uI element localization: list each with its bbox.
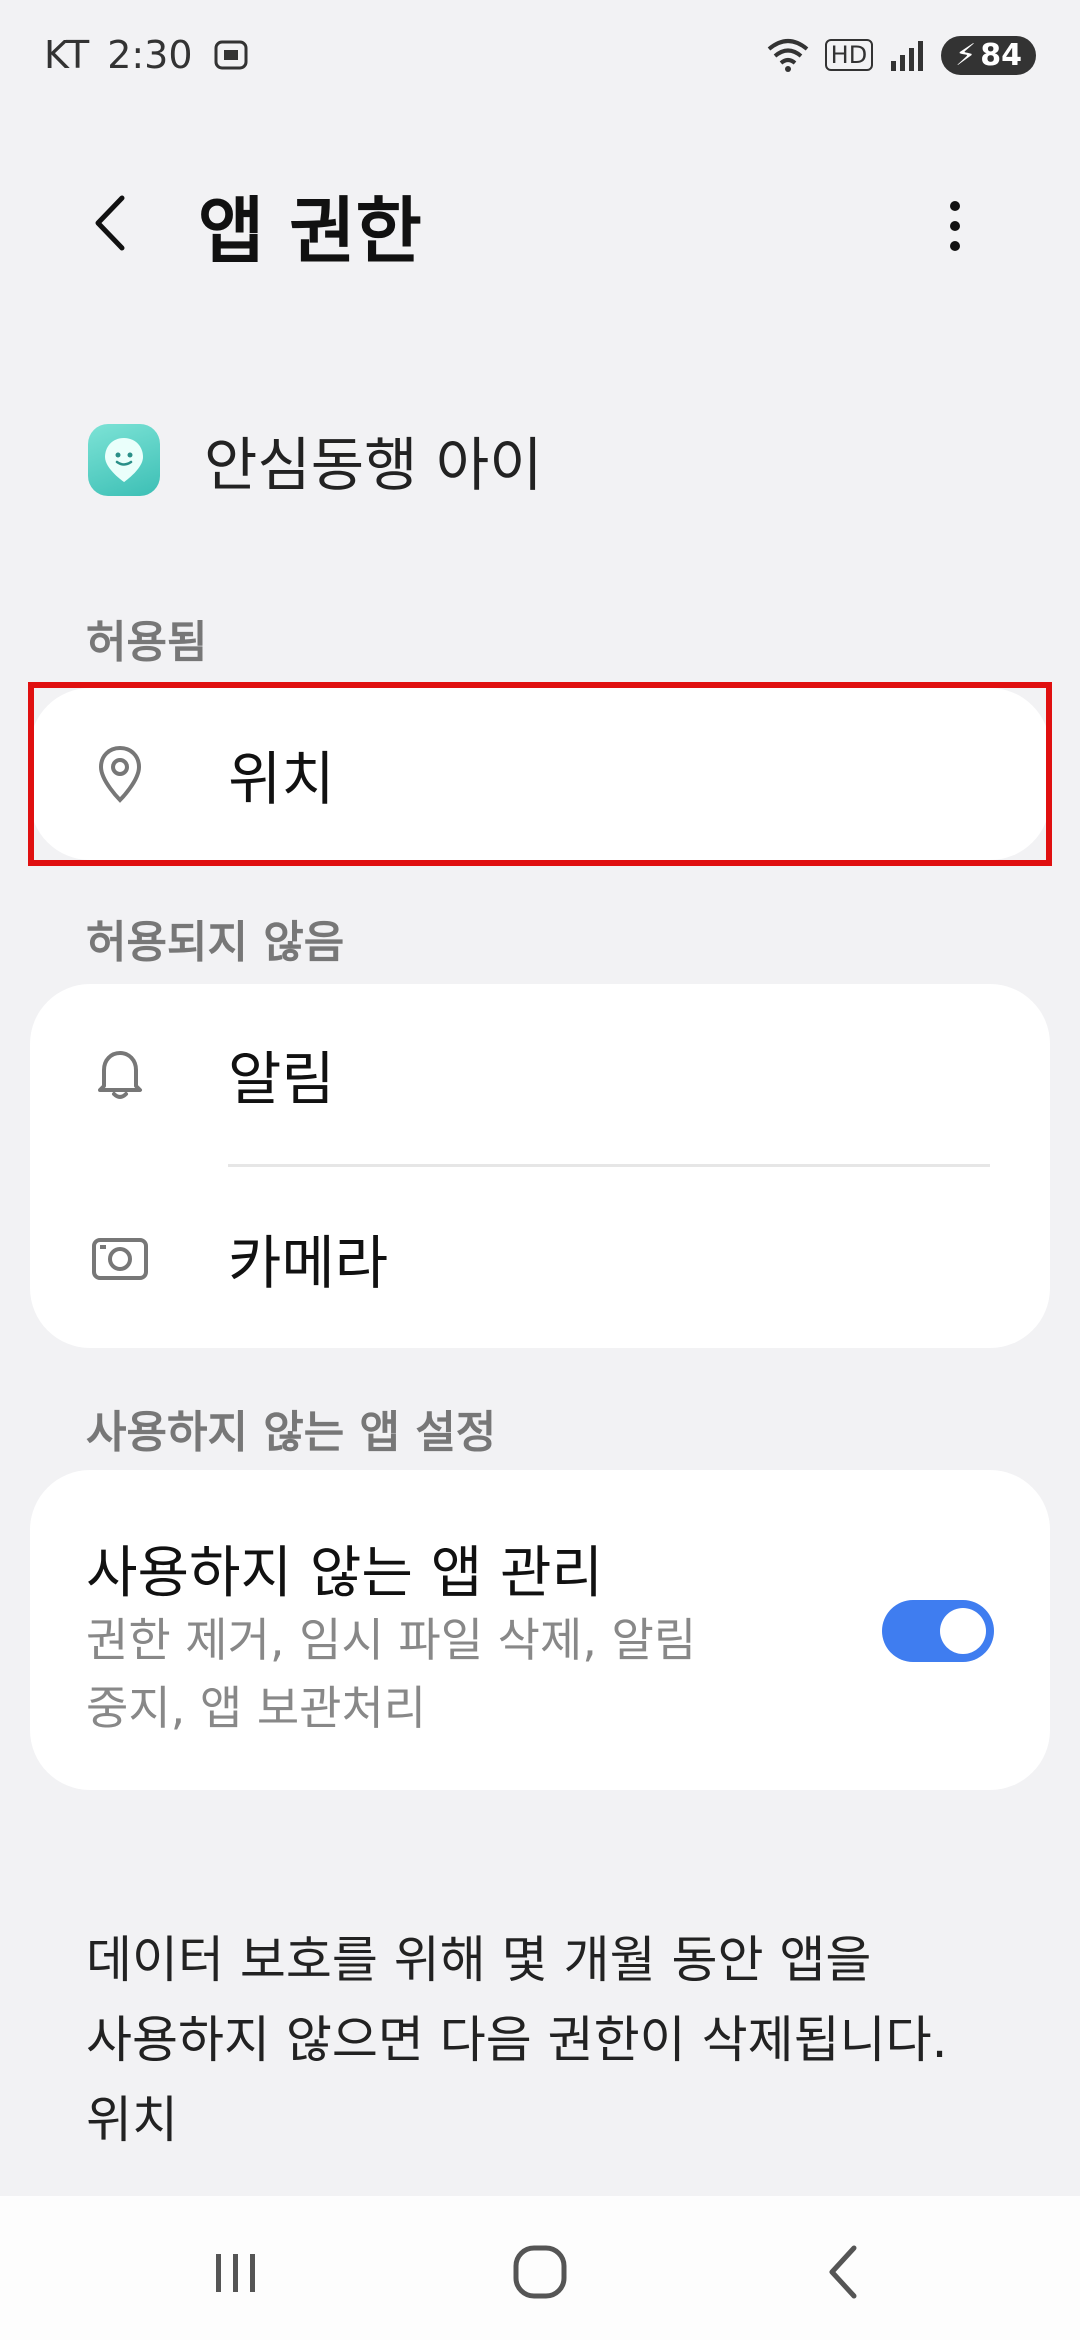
list-divider: [228, 1164, 990, 1167]
clock: 2:30: [107, 33, 193, 77]
section-label-unused: 사용하지 않는 앱 설정: [86, 1407, 497, 1458]
section-label-not-allowed: 허용되지 않음: [86, 917, 345, 968]
network-badge: HD: [824, 39, 874, 71]
recent-apps-icon: [216, 2254, 255, 2292]
footer-line-3: 위치: [86, 2091, 178, 2149]
recent-apps-button[interactable]: [196, 2232, 276, 2312]
chevron-left-icon: [95, 195, 125, 251]
signal-icon: [891, 41, 924, 71]
nav-back-button[interactable]: [804, 2232, 884, 2312]
unused-apps-description-line2: 중지, 앱 보관처리: [86, 1681, 427, 1735]
home-icon: [513, 2245, 567, 2299]
toggle-knob: [940, 1608, 986, 1654]
navigation-bar: [0, 2196, 1080, 2340]
unused-apps-card[interactable]: 사용하지 않는 앱 관리 권한 제거, 임시 파일 삭제, 알림 중지, 앱 보…: [30, 1470, 1050, 1790]
battery-indicator: ⚡ 84: [941, 35, 1036, 75]
status-right: HD ⚡ 84: [765, 35, 1036, 75]
screenshot-icon: [214, 40, 248, 70]
not-allowed-permissions-card: 알림 카메라: [30, 984, 1050, 1348]
camera-icon: [92, 1238, 148, 1280]
carrier: KT: [44, 33, 90, 77]
footer-line-2: 사용하지 않으면 다음 권한이 삭제됩니다.: [86, 2011, 948, 2069]
permission-item-notifications[interactable]: 알림: [30, 984, 1050, 1164]
app-logo-icon: [105, 438, 143, 482]
footer-line-1: 데이터 보호를 위해 몇 개월 동안 앱을: [86, 1931, 872, 1989]
nav-back-icon: [829, 2245, 857, 2299]
more-vertical-icon: [950, 201, 960, 251]
unused-apps-toggle[interactable]: [882, 1600, 994, 1662]
app-name: 안심동행 아이: [204, 431, 543, 499]
permission-label: 카메라: [228, 1229, 389, 1297]
page-title: 앱 권한: [198, 189, 422, 273]
battery-level: 84: [980, 37, 1022, 73]
app-header: 앱 권한: [0, 160, 1080, 290]
status-left: KT 2:30: [44, 33, 251, 77]
app-info-row: 안심동행 아이: [88, 410, 988, 510]
footer-note: 데이터 보호를 위해 몇 개월 동안 앱을 사용하지 않으면 다음 권한이 삭제…: [86, 1920, 1016, 2160]
status-bar: KT 2:30 HD ⚡ 84: [0, 0, 1080, 110]
section-label-allowed: 허용됨: [86, 617, 208, 668]
permission-label: 알림: [228, 1045, 335, 1113]
bell-icon: [98, 1051, 142, 1099]
highlight-box: [28, 682, 1052, 866]
unused-apps-description-line1: 권한 제거, 임시 파일 삭제, 알림: [86, 1613, 697, 1667]
more-options-button[interactable]: [930, 186, 980, 266]
back-button[interactable]: [78, 188, 148, 258]
home-button[interactable]: [500, 2232, 580, 2312]
bolt-icon: ⚡: [955, 37, 977, 73]
unused-apps-title: 사용하지 않는 앱 관리: [86, 1541, 604, 1606]
unused-apps-description: 권한 제거, 임시 파일 삭제, 알림 중지, 앱 보관처리: [86, 1606, 806, 1742]
app-icon: [88, 424, 160, 496]
permission-item-camera[interactable]: 카메라: [30, 1168, 1050, 1348]
wifi-icon: [767, 39, 808, 72]
